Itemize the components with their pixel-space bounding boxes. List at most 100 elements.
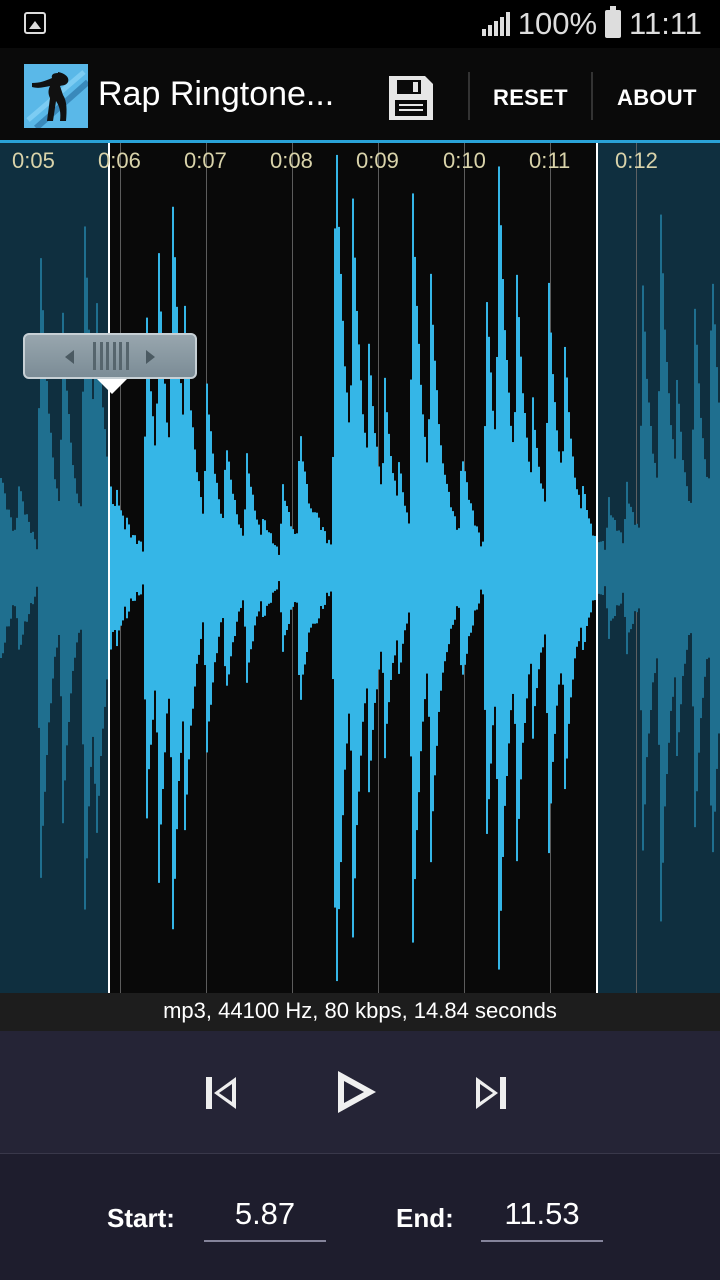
waveform-sample — [630, 506, 632, 630]
end-time-field[interactable]: 11.53 — [481, 1192, 603, 1242]
waveform-sample — [702, 438, 704, 698]
waveform-sample — [712, 283, 714, 853]
waveform-sample — [708, 478, 710, 658]
waveform-sample — [406, 512, 408, 624]
waveform-sample — [288, 512, 290, 624]
waveform-sample — [208, 414, 210, 722]
waveform-sample — [588, 518, 590, 618]
waveform-sample — [428, 419, 430, 717]
waveform-sample — [102, 407, 104, 729]
waveform-sample — [246, 453, 248, 683]
waveform-editor[interactable]: 0:05 0:06 0:07 0:08 0:09 0:10 0:11 0:12 — [0, 143, 720, 993]
start-marker-line[interactable] — [108, 143, 110, 993]
waveform-sample — [476, 526, 478, 610]
waveform-sample — [604, 549, 606, 587]
waveform-sample — [564, 346, 566, 790]
waveform-sample — [464, 471, 466, 665]
waveform-sample — [112, 504, 114, 632]
waveform-sample — [24, 514, 26, 622]
waveform-sample — [598, 542, 600, 594]
waveform-sample — [532, 397, 534, 739]
waveform-sample — [72, 465, 74, 671]
play-icon[interactable] — [334, 1069, 380, 1115]
waveform-sample — [610, 515, 612, 621]
waveform-sample — [678, 403, 680, 733]
waveform-sample — [414, 256, 416, 880]
waveform-sample — [538, 466, 540, 670]
waveform-sample — [118, 505, 120, 631]
waveform-sample — [150, 391, 152, 745]
end-marker-line[interactable] — [596, 143, 598, 993]
drag-grip-icon — [93, 342, 129, 370]
waveform-sample — [148, 366, 150, 770]
waveform-sample — [374, 433, 376, 703]
waveform-sample — [286, 506, 288, 630]
save-icon[interactable] — [385, 72, 437, 124]
battery-percentage: 100% — [517, 6, 598, 41]
waveform-sample — [486, 302, 488, 834]
waveform-sample — [648, 402, 650, 734]
waveform-sample — [236, 514, 238, 622]
waveform-sample — [336, 154, 338, 982]
waveform-sample — [556, 430, 558, 706]
waveform-sample — [270, 533, 272, 603]
waveform-sample — [6, 509, 8, 627]
waveform-sample — [310, 508, 312, 628]
waveform-sample — [226, 450, 228, 686]
waveform-sample — [192, 427, 194, 709]
waveform-sample — [354, 257, 356, 879]
waveform-sample — [698, 383, 700, 753]
waveform-sample — [216, 482, 218, 654]
start-time-field[interactable]: 5.87 — [204, 1192, 326, 1242]
waveform-sample — [190, 410, 192, 726]
skip-next-icon[interactable] — [470, 1073, 510, 1113]
about-button[interactable]: ABOUT — [617, 85, 697, 111]
waveform-sample — [612, 517, 614, 619]
waveform-sample — [176, 306, 178, 830]
waveform-sample — [46, 380, 48, 756]
waveform-sample — [266, 530, 268, 606]
waveform-sample — [454, 516, 456, 620]
waveform-sample — [294, 533, 296, 603]
waveform-sample — [654, 462, 656, 674]
app-icon[interactable] — [24, 64, 88, 128]
waveform-sample — [332, 456, 334, 680]
waveform-sample — [570, 438, 572, 698]
skip-previous-icon[interactable] — [202, 1073, 242, 1113]
waveform-sample — [38, 408, 40, 728]
waveform-sample — [62, 312, 64, 824]
waveform-sample — [640, 425, 642, 711]
waveform-sample — [104, 429, 106, 707]
waveform-sample — [116, 489, 118, 647]
waveform-sample — [364, 432, 366, 704]
signal-icon — [481, 12, 510, 36]
waveform-sample — [572, 456, 574, 680]
waveform-sample — [616, 530, 618, 606]
toolbar-divider — [591, 72, 593, 120]
waveform-sample — [28, 521, 30, 615]
waveform-sample — [558, 451, 560, 685]
waveform-sample — [438, 424, 440, 712]
waveform-sample — [184, 305, 186, 831]
waveform-sample — [134, 535, 136, 601]
waveform-sample — [456, 529, 458, 607]
waveform-sample — [276, 546, 278, 590]
waveform-sample — [614, 519, 616, 617]
waveform-sample — [652, 453, 654, 683]
reset-button[interactable]: RESET — [493, 85, 568, 111]
time-tick-label: 0:10 — [443, 148, 486, 173]
waveform-sample — [360, 380, 362, 756]
waveform-sample — [566, 377, 568, 759]
waveform-sample — [352, 198, 354, 938]
waveform-sample — [686, 486, 688, 650]
waveform-sample — [178, 355, 180, 781]
waveform-sample — [188, 376, 190, 760]
waveform-sample — [710, 330, 712, 806]
waveform-sample — [658, 391, 660, 745]
waveform-sample — [200, 497, 202, 639]
start-handle[interactable] — [23, 333, 197, 379]
waveform-sample — [544, 501, 546, 635]
waveform-sample — [632, 512, 634, 624]
waveform-sample — [308, 503, 310, 633]
waveform-sample — [314, 512, 316, 624]
